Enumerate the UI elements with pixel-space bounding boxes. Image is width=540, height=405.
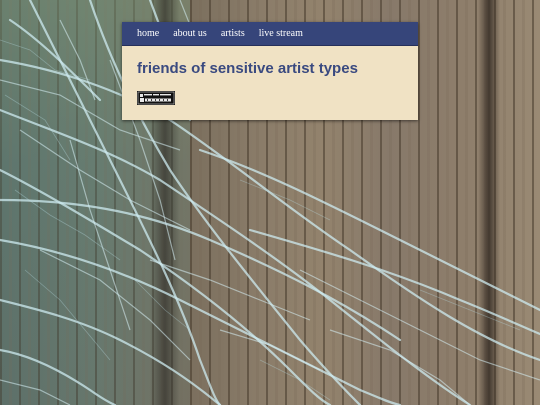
nav-link-about-us[interactable]: about us [173, 28, 207, 39]
nav-link-artists[interactable]: artists [221, 28, 245, 39]
nav-link-home[interactable]: home [137, 28, 159, 39]
top-nav-bar: home about us artists live stream [122, 22, 418, 46]
nav-link-live-stream[interactable]: live stream [259, 28, 303, 39]
site-title: friends of sensitive artist types [137, 60, 358, 77]
ascension-badge-icon[interactable] [137, 91, 175, 105]
site-header-panel: home about us artists live stream friend… [122, 22, 418, 120]
